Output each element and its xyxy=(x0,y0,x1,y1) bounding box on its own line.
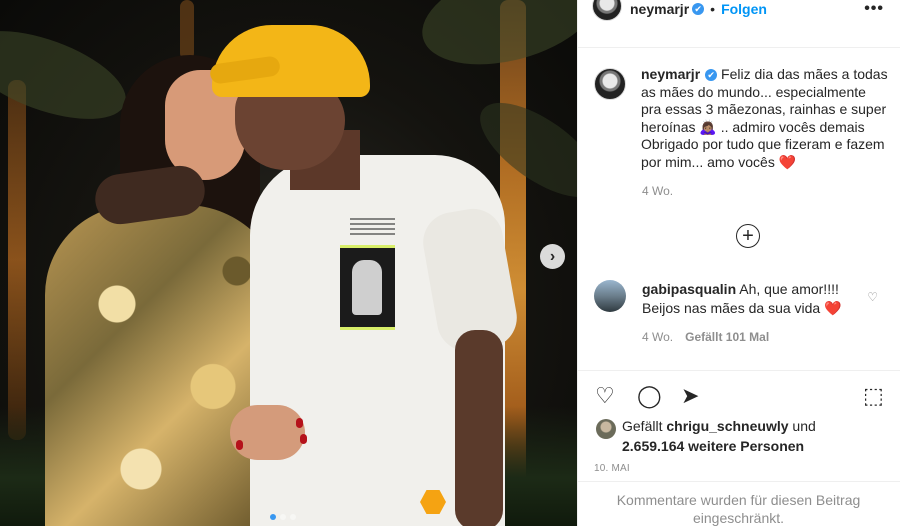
likes-count[interactable]: 2.659.164 weitere Personen xyxy=(622,436,816,456)
header-username[interactable]: neymarjr xyxy=(630,1,689,17)
palm-frond xyxy=(411,0,577,82)
nail xyxy=(300,434,307,444)
restricted-line: eingeschränkt. xyxy=(692,510,785,526)
heart-emoji: ❤️ xyxy=(778,153,797,170)
comment-like-heart-icon[interactable]: ♡ xyxy=(867,290,878,304)
post-date[interactable]: 10. MAI xyxy=(594,463,630,474)
caption-text: neymarjr ✔ Feliz dia das mães a todas as … xyxy=(641,66,888,171)
post-photo[interactable]: › xyxy=(0,0,577,526)
caption-timestamp[interactable]: 4 Wo. xyxy=(642,184,673,198)
load-more-comments-button[interactable]: + xyxy=(736,224,760,248)
caption-line: Obrigado por tudo que fizeram e fazem xyxy=(641,136,885,152)
comment: gabipasqualin Ah, que amor!!!! Beijos na… xyxy=(594,280,888,318)
separator-dot: • xyxy=(710,1,716,17)
like-heart-icon[interactable]: ♡ xyxy=(595,383,615,409)
comments-restricted-notice: Kommentare wurden für diesen Beitrag ein… xyxy=(577,481,900,526)
carousel-dot-active xyxy=(270,514,276,520)
carousel-dot xyxy=(290,514,296,520)
restricted-line: Kommentare wurden für diesen Beitrag xyxy=(616,492,861,508)
caption-line: .. admiro vocês demais xyxy=(720,118,865,135)
comment-bubble-icon[interactable]: ◯ xyxy=(637,383,662,409)
verified-badge-icon: ✔ xyxy=(705,69,718,81)
nail xyxy=(296,418,303,428)
instagram-post: › neymarjr ✔ • Folgen ••• neymarjr ✔ Feli… xyxy=(0,0,900,526)
carousel-indicator xyxy=(270,514,296,520)
background-palm-trunk xyxy=(180,0,194,60)
post-header: neymarjr ✔ • Folgen ••• xyxy=(578,0,900,48)
likes-summary: Gefällt chrigu_schneuwly und 2.659.164 w… xyxy=(596,416,816,456)
caption-username[interactable]: neymarjr xyxy=(641,66,700,82)
bowing-woman-emoji: 🙇🏽‍♀️ xyxy=(699,118,717,135)
comment-line: Ah, que amor!!!! xyxy=(739,281,839,297)
woman-dress xyxy=(45,205,285,526)
comment-timestamp[interactable]: 4 Wo. xyxy=(642,330,673,344)
liker-avatar[interactable] xyxy=(596,419,616,439)
likes-prefix: Gefällt xyxy=(622,418,663,434)
comment-likes-count[interactable]: Gefällt 101 Mal xyxy=(685,330,769,344)
shirt-print-figure xyxy=(352,260,382,315)
caption-line: as mães do mundo... especialmente xyxy=(641,83,866,100)
woman-hand xyxy=(230,405,305,460)
nail xyxy=(236,440,243,450)
next-slide-button[interactable]: › xyxy=(540,244,565,269)
follow-button[interactable]: Folgen xyxy=(721,1,767,17)
verified-badge-icon: ✔ xyxy=(692,3,705,15)
background-palm-trunk xyxy=(8,80,26,440)
avatar[interactable] xyxy=(592,0,622,21)
caption-line: heroínas xyxy=(641,118,696,135)
comment-line: Beijos nas mães da sua vida xyxy=(642,300,821,316)
comment-text: gabipasqualin Ah, que amor!!!! Beijos na… xyxy=(642,280,842,318)
share-paper-plane-icon[interactable]: ➤ xyxy=(681,383,699,409)
more-options-icon[interactable]: ••• xyxy=(864,0,884,18)
save-bookmark-icon[interactable]: ⬚ xyxy=(863,383,884,409)
header-user: neymarjr ✔ • Folgen xyxy=(630,1,767,17)
caption-avatar[interactable] xyxy=(594,68,626,100)
likes-mid: und xyxy=(792,418,816,434)
man-tattooed-arm xyxy=(455,330,503,526)
caption: neymarjr ✔ Feliz dia das mães a todas as … xyxy=(594,66,890,171)
comment-username[interactable]: gabipasqualin xyxy=(642,281,736,297)
heart-emoji: ❤️ xyxy=(824,300,842,316)
caption-line: pra essas 3 mãezonas, rainhas e super xyxy=(641,101,887,117)
comment-meta: 4 Wo. Gefällt 101 Mal xyxy=(642,330,769,344)
chevron-right-icon: › xyxy=(549,247,556,265)
plus-circle-icon: + xyxy=(742,225,754,247)
comment-avatar[interactable] xyxy=(594,280,626,312)
liker-username[interactable]: chrigu_schneuwly xyxy=(666,418,788,434)
carousel-dot xyxy=(280,514,286,520)
action-bar: ♡ ◯ ➤ ⬚ xyxy=(577,370,900,420)
caption-line: por mim... amo vocês xyxy=(641,153,775,170)
caption-line: Feliz dia das mães a todas xyxy=(721,66,888,82)
shirt-print-text xyxy=(350,218,395,238)
